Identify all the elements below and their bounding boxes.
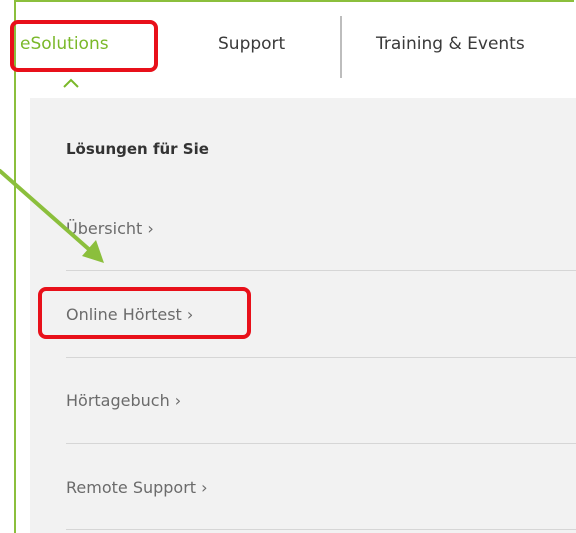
menu-item-remote-support[interactable]: Remote Support › [66,478,208,497]
divider [66,357,576,358]
highlight-box-online-hoertest [38,287,251,339]
nav-tab-training-events[interactable]: Training & Events [376,34,525,54]
screenshot-canvas: eSolutions Support Training & Events Lös… [0,0,576,533]
divider [66,270,576,271]
divider [66,529,576,530]
divider [66,443,576,444]
menu-item-uebersicht[interactable]: Übersicht › [66,219,154,238]
nav-divider [340,16,342,78]
highlight-box-esolutions [10,20,158,72]
chevron-up-icon [63,78,79,88]
dropdown-title: Lösungen für Sie [66,140,209,158]
menu-item-hoertagebuch[interactable]: Hörtagebuch › [66,391,181,410]
nav-tab-support[interactable]: Support [218,34,285,54]
